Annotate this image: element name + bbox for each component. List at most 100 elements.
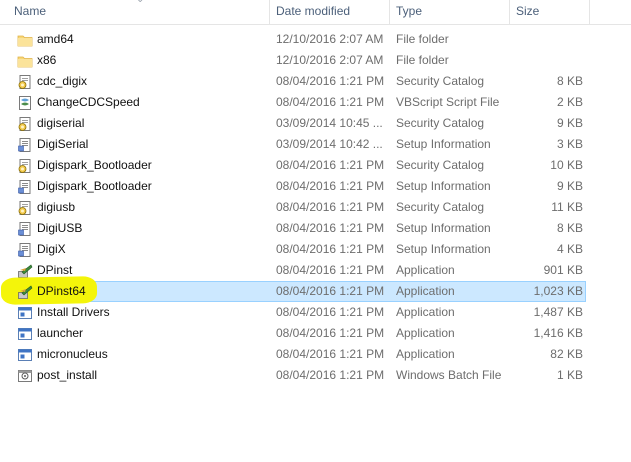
file-type: Setup Information	[396, 137, 491, 151]
security-catalog-icon	[17, 158, 33, 174]
file-name: digiusb	[37, 200, 76, 214]
file-name: ChangeCDCSpeed	[37, 95, 140, 109]
file-type: Windows Batch File	[396, 368, 502, 382]
file-row-selected[interactable]: DPinst64 08/04/2016 1:21 PM Application 1,0…	[0, 276, 586, 305]
file-size: 2 KB	[556, 95, 583, 109]
column-header-bar: Name ⌄ Date modified Type Size	[0, 0, 631, 25]
file-name: x86	[37, 53, 57, 67]
file-date-modified: 08/04/2016 1:21 PM	[276, 263, 385, 277]
file-row[interactable]: cdc_digix 08/04/2016 1:21 PM Security Cata…	[12, 71, 586, 92]
file-size: 8 KB	[556, 74, 583, 88]
file-type: VBScript Script File	[396, 95, 500, 109]
file-type: Setup Information	[396, 221, 491, 235]
column-header-date-modified[interactable]: Date modified	[270, 0, 390, 24]
column-header-type[interactable]: Type	[390, 0, 510, 24]
file-date-modified: 08/04/2016 1:21 PM	[276, 179, 385, 193]
file-type: Setup Information	[396, 242, 491, 256]
file-size	[511, 51, 583, 70]
file-date-modified: 08/04/2016 1:21 PM	[276, 305, 385, 319]
file-size: 9 KB	[556, 179, 583, 193]
file-row[interactable]: Digispark_Bootloader 08/04/2016 1:21 PM Se…	[12, 155, 586, 176]
file-type: Security Catalog	[396, 74, 485, 88]
file-name: launcher	[37, 326, 84, 340]
folder-icon	[17, 32, 33, 48]
security-catalog-icon	[17, 74, 33, 90]
file-date-modified: 08/04/2016 1:21 PM	[276, 74, 385, 88]
file-size: 901 KB	[543, 263, 583, 277]
file-name: cdc_digix	[37, 74, 88, 88]
file-size: 1 KB	[556, 368, 583, 382]
file-size: 9 KB	[556, 116, 583, 130]
file-name: Digispark_Bootloader	[37, 158, 152, 172]
file-row[interactable]: amd64 12/10/2016 2:07 AM File folder	[12, 29, 586, 50]
file-type: Setup Information	[396, 179, 491, 193]
installer-app-icon	[17, 284, 33, 300]
file-date-modified: 08/04/2016 1:21 PM	[276, 158, 385, 172]
file-date-modified: 03/09/2014 10:42 ...	[276, 137, 383, 151]
batch-file-icon	[17, 368, 33, 384]
file-name: micronucleus	[37, 347, 108, 361]
file-size	[511, 30, 583, 49]
file-type: Security Catalog	[396, 158, 485, 172]
file-row[interactable]: Install Drivers 08/04/2016 1:21 PM Applica…	[12, 302, 586, 323]
file-date-modified: 08/04/2016 1:21 PM	[276, 95, 385, 109]
file-row[interactable]: micronucleus 08/04/2016 1:21 PM Applicatio…	[12, 344, 586, 365]
file-type: Security Catalog	[396, 200, 485, 214]
setup-info-icon	[17, 221, 33, 237]
file-date-modified: 08/04/2016 1:21 PM	[276, 200, 385, 214]
file-row[interactable]: digiserial 03/09/2014 10:45 ... Security C…	[12, 113, 586, 134]
file-size: 4 KB	[556, 242, 583, 256]
security-catalog-icon	[17, 200, 33, 216]
file-date-modified: 08/04/2016 1:21 PM	[276, 347, 385, 361]
file-size: 3 KB	[556, 137, 583, 151]
setup-info-icon	[17, 137, 33, 153]
file-row[interactable]: DigiUSB 08/04/2016 1:21 PM Setup Informati…	[12, 218, 586, 239]
file-row[interactable]: x86 12/10/2016 2:07 AM File folder	[12, 50, 586, 71]
file-size: 1,416 KB	[533, 326, 583, 340]
file-type: Application	[396, 284, 455, 298]
application-window-icon	[17, 305, 33, 321]
file-name: Digispark_Bootloader	[37, 179, 152, 193]
file-type: Application	[396, 305, 455, 319]
sort-indicator-icon: ⌄	[136, 0, 146, 5]
file-type: File folder	[396, 53, 449, 67]
file-date-modified: 08/04/2016 1:21 PM	[276, 368, 385, 382]
file-row[interactable]: launcher 08/04/2016 1:21 PM Application 1,4…	[12, 323, 586, 344]
file-size: 1,023 KB	[533, 284, 583, 298]
vbscript-icon	[17, 95, 33, 111]
file-type: File folder	[396, 32, 449, 46]
file-name: digiserial	[37, 116, 85, 130]
file-date-modified: 12/10/2016 2:07 AM	[276, 53, 384, 67]
file-date-modified: 08/04/2016 1:21 PM	[276, 284, 385, 298]
file-type: Application	[396, 347, 455, 361]
file-name: DigiX	[37, 242, 66, 256]
file-date-modified: 08/04/2016 1:21 PM	[276, 221, 385, 235]
file-row[interactable]: Digispark_Bootloader 08/04/2016 1:21 PM Se…	[12, 176, 586, 197]
file-size: 10 KB	[550, 158, 583, 172]
file-size: 1,487 KB	[533, 305, 583, 319]
file-date-modified: 08/04/2016 1:21 PM	[276, 326, 385, 340]
file-row[interactable]: DigiSerial 03/09/2014 10:42 ... Setup Info…	[12, 134, 586, 155]
file-size: 82 KB	[550, 347, 583, 361]
file-row[interactable]: post_install 08/04/2016 1:21 PM Windows Ba…	[12, 365, 586, 386]
file-name: DigiSerial	[37, 137, 89, 151]
security-catalog-icon	[17, 116, 33, 132]
file-row[interactable]: ChangeCDCSpeed 08/04/2016 1:21 PM VBScript…	[12, 92, 586, 113]
application-window-icon	[17, 326, 33, 342]
file-name: amd64	[37, 32, 74, 46]
file-row[interactable]: DPinst 08/04/2016 1:21 PM Application 901 K…	[12, 260, 586, 281]
file-date-modified: 12/10/2016 2:07 AM	[276, 32, 384, 46]
file-row[interactable]: digiusb 08/04/2016 1:21 PM Security Catalo…	[12, 197, 586, 218]
file-name: DPinst64	[37, 284, 86, 298]
column-header-size[interactable]: Size	[510, 0, 590, 24]
file-type: Application	[396, 326, 455, 340]
file-type: Security Catalog	[396, 116, 485, 130]
file-size: 8 KB	[556, 221, 583, 235]
file-name: DigiUSB	[37, 221, 83, 235]
setup-info-icon	[17, 179, 33, 195]
file-name: post_install	[37, 368, 98, 382]
file-type: Application	[396, 263, 455, 277]
file-row[interactable]: DigiX 08/04/2016 1:21 PM Setup Information…	[12, 239, 586, 260]
setup-info-icon	[17, 242, 33, 258]
application-window-icon	[17, 347, 33, 363]
